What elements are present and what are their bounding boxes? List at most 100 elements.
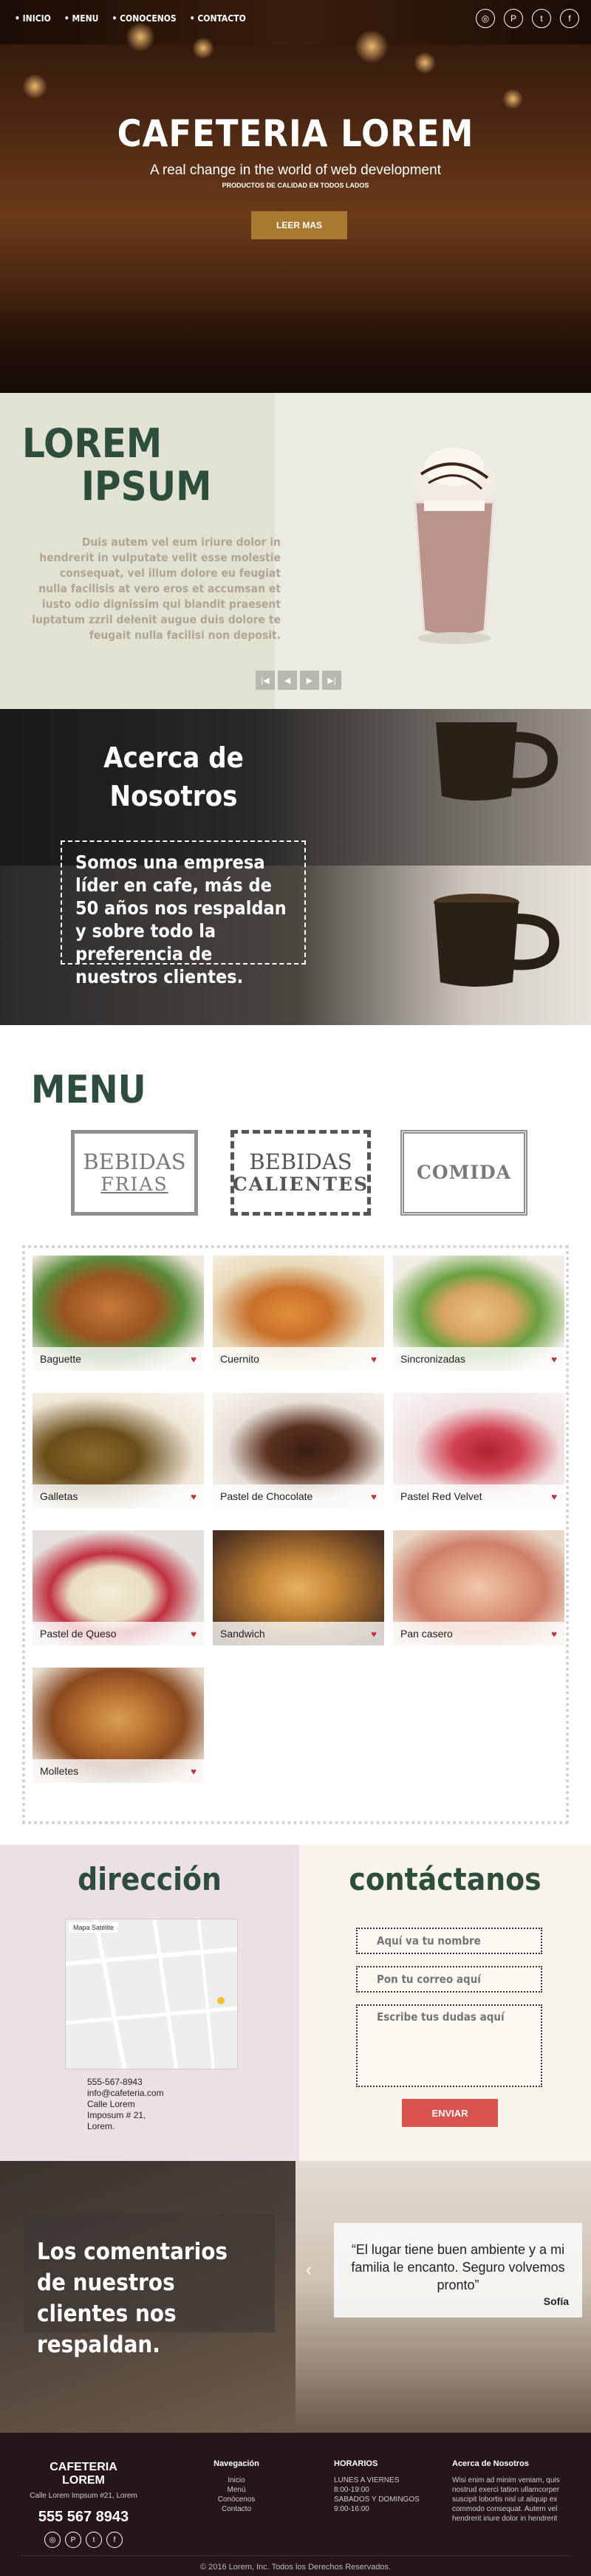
first-slide-icon[interactable]: |◀ [256, 671, 275, 690]
contact-title: contáctanos [349, 1861, 542, 1897]
testimonial-quote: “El lugar tiene buen ambiente y a mi fam… [334, 2223, 582, 2318]
pinterest-icon[interactable]: P [504, 9, 523, 28]
category-label: CALIENTES [232, 1174, 369, 1195]
footer-brand-line2: LOREM [62, 2474, 105, 2487]
twitter-icon[interactable]: t [532, 9, 551, 28]
item-caption: Pastel de Chocolate ♥ [213, 1484, 384, 1508]
light-glow [355, 30, 389, 64]
item-name: Molletes [40, 1765, 79, 1777]
item-caption: Pastel Red Velvet ♥ [393, 1484, 564, 1508]
heart-icon[interactable]: ♥ [371, 1354, 377, 1365]
email-field[interactable] [356, 1966, 542, 1993]
prev-testimonial-icon[interactable]: ‹ [306, 2260, 312, 2281]
heart-icon[interactable]: ♥ [191, 1354, 197, 1365]
read-more-button[interactable]: LEER MAS [251, 211, 347, 239]
number-text: Imposum # 21, [87, 2110, 146, 2120]
footer-about: Acerca de Nosotros Wisi enim ad minim ve… [452, 2459, 578, 2524]
map-embed[interactable]: Mapa Satélite [65, 1919, 238, 2069]
last-slide-icon[interactable]: ▶| [322, 671, 341, 690]
heart-icon[interactable]: ♥ [191, 1766, 197, 1777]
menu-item-cheesecake[interactable]: Pastel de Queso ♥ [33, 1530, 204, 1645]
map-type-tabs[interactable]: Mapa Satélite [69, 1922, 119, 1933]
menu-item-galletas[interactable]: Galletas ♥ [33, 1393, 204, 1508]
footer-hours: HORARIOS LUNES A VIERNES 8:00-19:00 SABA… [334, 2459, 430, 2514]
footer-nav-conocenos[interactable]: Conócenos [199, 2495, 273, 2504]
heart-icon[interactable]: ♥ [371, 1491, 377, 1502]
menu-title: MENU [31, 1068, 146, 1112]
pinterest-icon[interactable]: P [65, 2532, 81, 2548]
footer-phone: 555 567 8943 [38, 2509, 129, 2525]
hero-title: CAFETERIA LOREM [117, 112, 474, 155]
menu-item-sincronizadas[interactable]: Sincronizadas ♥ [393, 1256, 564, 1371]
hours-line: SABADOS Y DOMINGOS [334, 2496, 420, 2504]
lorem-title: LOREM IPSUM [22, 422, 211, 508]
hero-tagline: PRODUCTOS DE CALIDAD EN TODOS LADOS [222, 182, 369, 189]
heart-icon[interactable]: ♥ [191, 1628, 197, 1640]
lorem-section: LOREM IPSUM Duis autem vel eum iriure do… [0, 393, 591, 709]
footer-nav-title: Navegación [213, 2459, 259, 2468]
light-glow [414, 52, 436, 74]
menu-item-chocolate-cake[interactable]: Pastel de Chocolate ♥ [213, 1393, 384, 1508]
menu-item-sandwich[interactable]: Sandwich ♥ [213, 1530, 384, 1645]
footer-nav-contacto[interactable]: Contacto [199, 2504, 273, 2514]
item-name: Sandwich [220, 1628, 265, 1640]
menu-item-cuernito[interactable]: Cuernito ♥ [213, 1256, 384, 1371]
nav-menu[interactable]: • MENU [64, 13, 99, 24]
message-field[interactable] [356, 2004, 542, 2087]
send-button[interactable]: ENVIAR [402, 2099, 498, 2127]
item-caption: Pastel de Queso ♥ [33, 1622, 204, 1645]
prev-slide-icon[interactable]: ◀ [278, 671, 297, 690]
instagram-icon[interactable]: ◎ [476, 9, 495, 28]
about-body: Somos una empresa líder en cafe, más de … [61, 840, 306, 987]
nav-inicio[interactable]: • INICIO [15, 13, 51, 24]
next-slide-icon[interactable]: ▶ [300, 671, 319, 690]
heart-icon[interactable]: ♥ [551, 1354, 557, 1365]
heart-icon[interactable]: ♥ [551, 1491, 557, 1502]
about-title: Acerca de Nosotros [44, 739, 303, 815]
category-food[interactable]: COMIDA [400, 1130, 527, 1216]
light-glow [126, 22, 155, 52]
footer-address: Calle Lorem Impsum #21, Lorem [30, 2492, 137, 2500]
footer-nav-menu[interactable]: Menú [199, 2485, 273, 2495]
item-caption: Cuernito ♥ [213, 1347, 384, 1371]
instagram-icon[interactable]: ◎ [44, 2532, 61, 2548]
footer-divider [21, 2555, 570, 2556]
category-label: BEBIDAS [249, 1149, 352, 1174]
about-title-line1: Acerca de [103, 741, 244, 774]
address-block: 555-567-8943 info@cafeteria.com Calle Lo… [87, 2077, 164, 2132]
heart-icon[interactable]: ♥ [371, 1628, 377, 1640]
address-title: dirección [78, 1861, 222, 1897]
menu-section: MENU BEBIDAS FRIAS BEBIDAS CALIENTES COM… [0, 1025, 591, 1845]
facebook-icon[interactable]: f [560, 9, 579, 28]
light-glow [22, 74, 47, 99]
hero-subtitle: A real change in the world of web develo… [150, 162, 441, 178]
heart-icon[interactable]: ♥ [191, 1491, 197, 1502]
item-name: Galletas [40, 1490, 78, 1502]
nav-contacto[interactable]: • CONTACTO [190, 13, 246, 24]
item-caption: Pan casero ♥ [393, 1622, 564, 1645]
facebook-icon[interactable]: f [106, 2532, 123, 2548]
menu-item-molletes[interactable]: Molletes ♥ [33, 1668, 204, 1783]
about-title-line2: Nosotros [109, 780, 238, 812]
footer-brand-line1: CAFETERIA [49, 2461, 117, 2473]
testimonial-heading: Los comentarios de nuestros clientes nos… [24, 2214, 275, 2358]
heart-icon[interactable]: ♥ [551, 1628, 557, 1640]
hero-floor [0, 295, 591, 393]
map-streets [66, 1919, 237, 2069]
footer-nav-inicio[interactable]: Inicio [199, 2476, 273, 2485]
name-field[interactable] [356, 1928, 542, 1954]
menu-item-red-velvet[interactable]: Pastel Red Velvet ♥ [393, 1393, 564, 1508]
top-nav: • INICIO • MENU • CONOCENOS • CONTACTO [15, 13, 246, 24]
item-name: Baguette [40, 1353, 82, 1365]
menu-item-baguette[interactable]: Baguette ♥ [33, 1256, 204, 1371]
nav-conocenos[interactable]: • CONOCENOS [112, 13, 176, 24]
category-cold-drinks[interactable]: BEBIDAS FRIAS [71, 1130, 198, 1216]
menu-item-pan-casero[interactable]: Pan casero ♥ [393, 1530, 564, 1645]
item-caption: Molletes ♥ [33, 1759, 204, 1783]
item-caption: Baguette ♥ [33, 1347, 204, 1371]
twitter-icon[interactable]: t [86, 2532, 102, 2548]
menu-grid: Baguette ♥ Cuernito ♥ Sincronizadas ♥ Galle… [22, 1245, 569, 1824]
street-text: Calle Lorem [87, 2099, 135, 2109]
category-hot-drinks[interactable]: BEBIDAS CALIENTES [230, 1130, 371, 1216]
quote-author: Sofía [543, 2295, 569, 2307]
